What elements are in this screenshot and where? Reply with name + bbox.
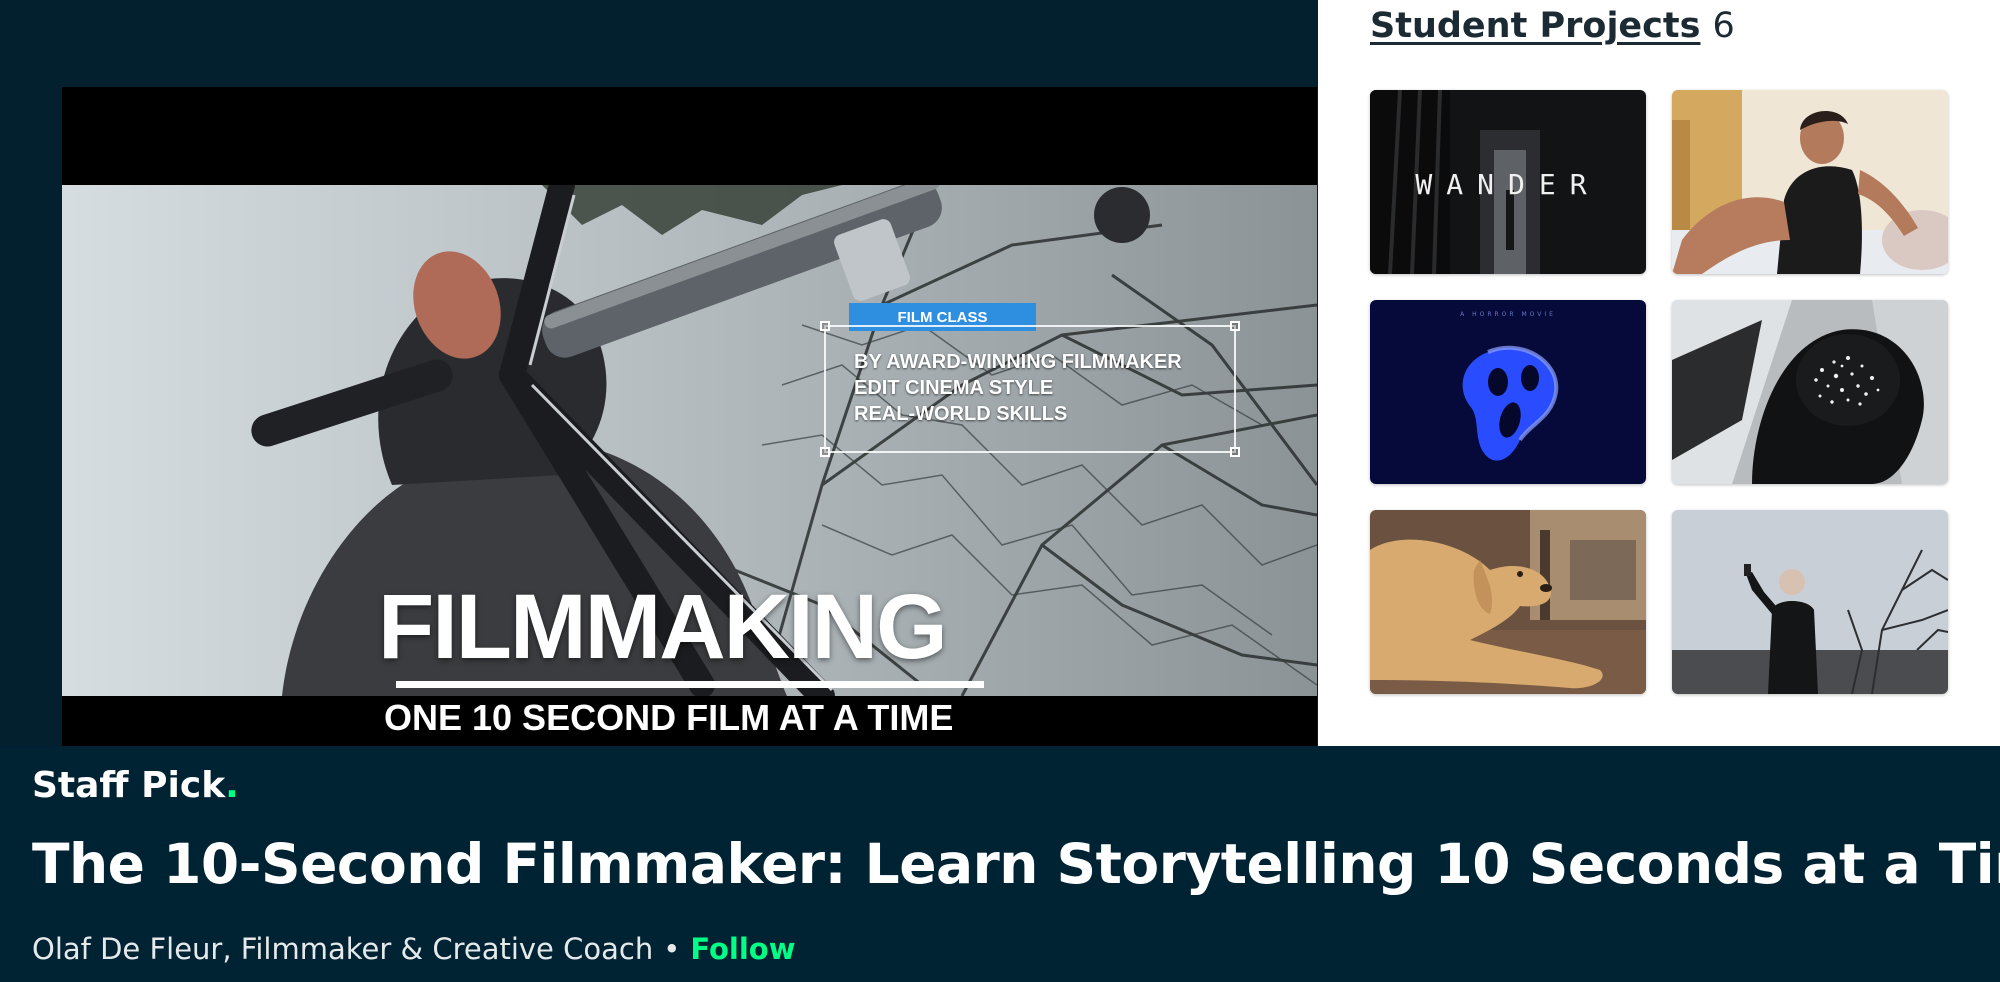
glitter-head-thumbnail-icon (1672, 300, 1948, 484)
staff-pick-text: Staff Pick (32, 765, 226, 806)
man-with-phone-thumbnail-icon (1672, 510, 1948, 694)
feature-item: BY AWARD-WINNING FILMMAKER (854, 351, 1182, 373)
staff-pick-dot: . (225, 765, 239, 806)
headline-underline (396, 681, 984, 688)
frame-handle (820, 447, 830, 457)
staff-pick-label: Staff Pick. (32, 765, 239, 806)
student-projects-heading: Student Projects 6 (1370, 6, 1735, 46)
follow-button[interactable]: Follow (690, 932, 795, 966)
student-projects-link[interactable]: Student Projects (1370, 6, 1700, 46)
instructor-name[interactable]: Olaf De Fleur, Filmmaker & Creative Coac… (32, 932, 653, 966)
project-thumbnail-wander[interactable]: WANDER (1370, 90, 1646, 274)
frame-handle (1230, 447, 1240, 457)
scream-mask-thumbnail-icon: A HORROR MOVIE (1370, 300, 1646, 484)
course-title: The 10-Second Filmmaker: Learn Storytell… (32, 832, 2000, 896)
video-headline: FILMMAKING (378, 576, 948, 678)
project-thumbnail-2[interactable] (1672, 90, 1948, 274)
project-thumbnail-4[interactable] (1672, 300, 1948, 484)
feature-item: EDIT CINEMA STYLE (854, 377, 1054, 399)
feature-item: REAL-WORLD SKILLS (854, 403, 1068, 425)
feature-list: BY AWARD-WINNING FILMMAKER EDIT CINEMA S… (854, 349, 1182, 427)
instructor-byline: Olaf De Fleur, Filmmaker & Creative Coac… (32, 932, 795, 966)
frame-handle (1230, 321, 1240, 331)
video-player[interactable]: FILM CLASS BY AWARD-WINNING FILMMAKER ED… (62, 87, 1317, 746)
byline-separator: • (663, 932, 681, 966)
video-subheadline: ONE 10 SECOND FILM AT A TIME (384, 697, 954, 738)
project-count: 6 (1712, 6, 1735, 46)
golden-retriever-thumbnail-icon (1370, 510, 1646, 694)
horror-caption: A HORROR MOVIE (1460, 311, 1556, 318)
wander-text: WANDER (1415, 168, 1600, 201)
wander-thumbnail-icon: WANDER (1370, 90, 1646, 274)
course-hero: FILM CLASS BY AWARD-WINNING FILMMAKER ED… (0, 0, 2000, 746)
project-thumbnail-5[interactable] (1370, 510, 1646, 694)
project-thumbnail-horror[interactable]: A HORROR MOVIE (1370, 300, 1646, 484)
student-projects-panel: Student Projects 6 WANDER A HORROR MOVIE (1318, 0, 2000, 746)
frame-handle (820, 321, 830, 331)
man-on-bed-thumbnail-icon (1672, 90, 1948, 274)
project-thumbnail-6[interactable] (1672, 510, 1948, 694)
